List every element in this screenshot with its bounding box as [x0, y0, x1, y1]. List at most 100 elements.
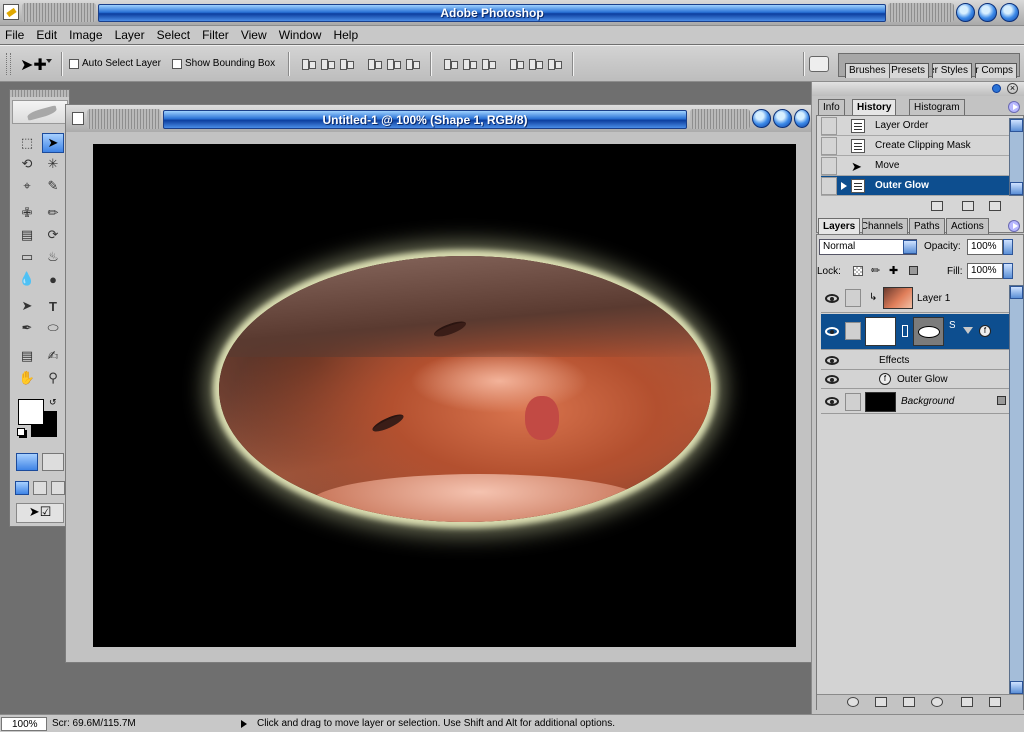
- align-top-edges-icon[interactable]: [300, 57, 316, 71]
- ellipse-photo-with-outer-glow[interactable]: [219, 256, 711, 522]
- tab-histogram[interactable]: Histogram: [909, 99, 965, 115]
- jump-to-imageready-icon[interactable]: ➤☑: [16, 503, 64, 523]
- document-maximize-icon[interactable]: [773, 109, 792, 128]
- menu-file[interactable]: File: [0, 26, 28, 44]
- layer-effects-row[interactable]: Effects: [821, 351, 1014, 370]
- layer-effect-outer-glow-row[interactable]: f Outer Glow: [821, 370, 1014, 389]
- chevron-down-icon[interactable]: [46, 59, 52, 63]
- dodge-tool-icon[interactable]: ●: [42, 269, 64, 289]
- align-horizontal-centers-icon[interactable]: [385, 57, 401, 71]
- add-layer-mask-icon[interactable]: [875, 697, 887, 707]
- history-item-layer-order[interactable]: Layer Order: [821, 116, 1011, 136]
- menu-help[interactable]: Help: [328, 26, 362, 44]
- history-brush-tool-icon[interactable]: ⟳: [42, 225, 64, 245]
- show-bounding-box-checkbox[interactable]: [172, 59, 182, 69]
- well-tab-layer-comps[interactable]: Layer Comps: [975, 63, 1017, 78]
- distribute-left-icon[interactable]: [508, 57, 524, 71]
- fill-input[interactable]: 100%: [967, 263, 1003, 279]
- layer-row-background[interactable]: Background: [821, 390, 1014, 414]
- hand-tool-icon[interactable]: ✋: [16, 368, 38, 388]
- maximize-icon[interactable]: [978, 3, 997, 22]
- clone-stamp-tool-icon[interactable]: ▤: [16, 225, 38, 245]
- image-canvas[interactable]: [93, 144, 796, 647]
- lock-image-icon[interactable]: ✏: [871, 264, 880, 277]
- minimize-icon[interactable]: [956, 3, 975, 22]
- visibility-eye-icon[interactable]: [825, 294, 839, 303]
- visibility-eye-icon[interactable]: [825, 375, 839, 384]
- fill-slider-icon[interactable]: [1003, 263, 1013, 279]
- notes-tool-icon[interactable]: ▤: [16, 346, 38, 366]
- lasso-tool-icon[interactable]: ⟲: [16, 154, 38, 174]
- tab-info[interactable]: Info: [818, 99, 845, 115]
- menu-edit[interactable]: Edit: [31, 26, 61, 44]
- swap-colors-icon[interactable]: ↺: [49, 397, 57, 408]
- layer-link-box[interactable]: [845, 289, 861, 307]
- layers-palette-menu-icon[interactable]: [1008, 220, 1020, 232]
- palette-minimize-icon[interactable]: [992, 84, 1001, 93]
- tab-layers[interactable]: Layers: [818, 218, 861, 234]
- new-document-from-state-icon[interactable]: [931, 201, 943, 211]
- menu-select[interactable]: Select: [152, 26, 194, 44]
- shape-fill-thumbnail[interactable]: [865, 317, 896, 346]
- well-tab-brushes[interactable]: Brushes: [845, 63, 890, 78]
- new-adjustment-layer-icon[interactable]: [931, 697, 943, 707]
- visibility-eye-icon[interactable]: [825, 356, 839, 365]
- new-group-icon[interactable]: [903, 697, 915, 707]
- opacity-slider-icon[interactable]: [1003, 239, 1013, 255]
- blur-tool-icon[interactable]: 💧: [16, 269, 38, 289]
- menu-view[interactable]: View: [236, 26, 271, 44]
- lock-all-icon[interactable]: [909, 266, 918, 275]
- visibility-eye-icon[interactable]: [825, 327, 839, 336]
- distribute-right-icon[interactable]: [546, 57, 562, 71]
- menu-image[interactable]: Image: [64, 26, 106, 44]
- full-screen-mode-icon[interactable]: [51, 481, 65, 495]
- visibility-eye-icon[interactable]: [825, 397, 839, 406]
- layer-row-shape-1[interactable]: Shape 1 f: [821, 314, 1014, 350]
- distribute-bottom-icon[interactable]: [480, 57, 496, 71]
- zoom-tool-icon[interactable]: ⚲: [42, 368, 64, 388]
- scroll-down-icon[interactable]: [1010, 182, 1023, 195]
- adobe-online-feather-icon[interactable]: [12, 100, 68, 124]
- file-browser-icon[interactable]: [809, 56, 829, 72]
- delete-state-icon[interactable]: [989, 201, 1001, 211]
- menu-filter[interactable]: Filter: [197, 26, 233, 44]
- standard-screen-mode-icon[interactable]: [15, 481, 29, 495]
- scroll-up-icon[interactable]: [1010, 286, 1023, 299]
- foreground-color-swatch[interactable]: [18, 399, 44, 425]
- layer-row-layer-1[interactable]: ↳ Layer 1: [821, 285, 1014, 313]
- healing-brush-tool-icon[interactable]: ✙: [16, 203, 38, 223]
- history-item-create-clipping-mask[interactable]: Create Clipping Mask: [821, 136, 1011, 156]
- auto-select-layer-checkbox[interactable]: [69, 59, 79, 69]
- menu-window[interactable]: Window: [274, 26, 326, 44]
- new-snapshot-icon[interactable]: [962, 201, 974, 211]
- type-tool-icon[interactable]: T: [42, 296, 64, 316]
- history-item-move[interactable]: ➤ Move: [821, 156, 1011, 176]
- standard-mode-icon[interactable]: [16, 453, 38, 471]
- document-minimize-icon[interactable]: [752, 109, 771, 128]
- align-vertical-centers-icon[interactable]: [319, 57, 335, 71]
- history-palette-menu-icon[interactable]: [1008, 101, 1020, 113]
- brush-tool-icon[interactable]: ✏: [42, 203, 64, 223]
- palette-close-icon[interactable]: ×: [1007, 83, 1018, 94]
- align-left-edges-icon[interactable]: [366, 57, 382, 71]
- vector-mask-thumbnail[interactable]: [913, 317, 944, 346]
- eraser-tool-icon[interactable]: ▭: [16, 247, 38, 267]
- tab-paths[interactable]: Paths: [909, 218, 945, 234]
- ellipse-tool-icon[interactable]: ⬭: [42, 318, 64, 338]
- options-bar-grip[interactable]: [6, 53, 11, 75]
- app-title-bar[interactable]: Adobe Photoshop: [0, 0, 1024, 26]
- history-item-outer-glow[interactable]: Outer Glow: [821, 176, 1011, 196]
- scroll-down-icon[interactable]: [1010, 681, 1023, 694]
- tab-channels[interactable]: Channels: [862, 218, 908, 234]
- move-tool-preset-icon[interactable]: ➤✚: [20, 55, 47, 75]
- layer-effects-icon[interactable]: f: [979, 325, 991, 337]
- document-title-bar[interactable]: Untitled-1 @ 100% (Shape 1, RGB/8): [66, 105, 811, 132]
- tab-actions[interactable]: Actions: [946, 218, 989, 234]
- marquee-tool-icon[interactable]: ⬚: [16, 133, 38, 153]
- photoshop-logo-icon[interactable]: [3, 4, 19, 20]
- history-scrollbar[interactable]: [1009, 118, 1024, 196]
- well-tab-layer-styles[interactable]: Layer Styles: [932, 63, 972, 78]
- eyedropper-tool-icon[interactable]: ✍: [42, 346, 64, 366]
- add-layer-style-icon[interactable]: [847, 697, 859, 707]
- toolbox-grip[interactable]: [10, 90, 69, 97]
